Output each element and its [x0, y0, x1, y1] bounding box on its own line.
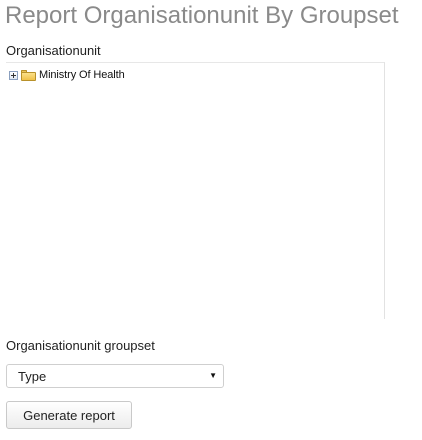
generate-report-button[interactable]: Generate report [6, 401, 132, 429]
dropdown-arrow-icon: ▼ [209, 371, 217, 380]
orgunit-label: Organisationunit [6, 43, 101, 58]
tree-node-label[interactable]: Ministry Of Health [39, 69, 125, 81]
folder-icon [21, 69, 36, 81]
groupset-selected-value: Type [18, 368, 47, 384]
expand-icon[interactable] [9, 70, 18, 80]
orgunit-tree[interactable]: Ministry Of Health [6, 62, 385, 319]
groupset-label: Organisationunit groupset [6, 338, 155, 353]
tree-node-root[interactable]: Ministry Of Health [9, 67, 125, 83]
page-title: Report Organisationunit By Groupset [5, 2, 399, 29]
groupset-select[interactable]: Type ▼ [6, 364, 224, 388]
